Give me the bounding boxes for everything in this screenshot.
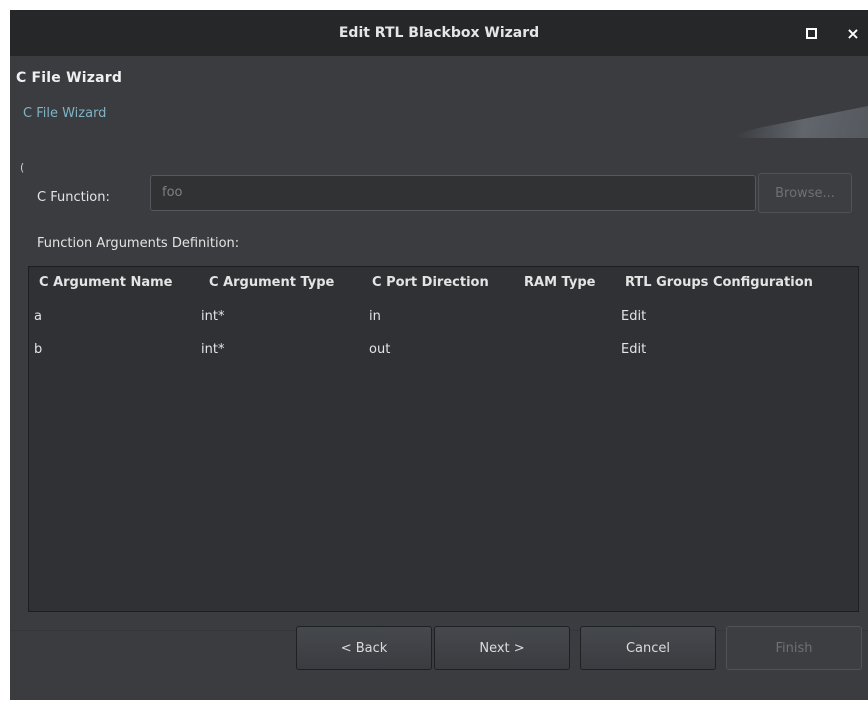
c-function-label: C Function: bbox=[37, 190, 110, 205]
edit-rtl-config-link[interactable]: Edit bbox=[621, 342, 646, 357]
maximize-button[interactable] bbox=[796, 10, 826, 56]
page-title: C File Wizard bbox=[16, 70, 123, 86]
arguments-table: C Argument Name C Argument Type C Port D… bbox=[28, 266, 859, 612]
wizard-window: Edit RTL Blackbox Wizard × C File Wizard… bbox=[10, 10, 868, 700]
cancel-button[interactable]: Cancel bbox=[580, 626, 716, 670]
cell-type: int* bbox=[201, 342, 225, 357]
close-button[interactable]: × bbox=[838, 10, 868, 56]
column-header-rtl-config[interactable]: RTL Groups Configuration bbox=[625, 275, 813, 290]
finish-button[interactable]: Finish bbox=[726, 626, 862, 670]
column-header-ram-type[interactable]: RAM Type bbox=[524, 275, 595, 290]
cell-direction: out bbox=[369, 342, 391, 357]
next-button[interactable]: Next > bbox=[434, 626, 570, 670]
stray-glyph: ( bbox=[20, 161, 25, 174]
cell-name: b bbox=[34, 342, 43, 357]
cell-name: a bbox=[34, 309, 42, 324]
browse-button[interactable]: Browse... bbox=[758, 173, 852, 213]
c-function-input[interactable]: foo bbox=[150, 175, 756, 211]
close-icon: × bbox=[846, 23, 860, 43]
title-bar: Edit RTL Blackbox Wizard × bbox=[10, 10, 868, 56]
back-button[interactable]: < Back bbox=[296, 626, 432, 670]
column-header-type[interactable]: C Argument Type bbox=[209, 275, 334, 290]
cell-type: int* bbox=[201, 309, 225, 324]
column-header-direction[interactable]: C Port Direction bbox=[372, 275, 489, 290]
args-section-label: Function Arguments Definition: bbox=[37, 236, 240, 251]
maximize-icon bbox=[805, 27, 817, 39]
wizard-header bbox=[10, 56, 868, 152]
column-header-name[interactable]: C Argument Name bbox=[39, 275, 172, 290]
edit-rtl-config-link[interactable]: Edit bbox=[621, 309, 646, 324]
page-description: C File Wizard bbox=[23, 106, 107, 121]
cell-direction: in bbox=[369, 309, 381, 324]
window-title: Edit RTL Blackbox Wizard bbox=[338, 25, 540, 41]
banner-graphic bbox=[724, 106, 868, 138]
